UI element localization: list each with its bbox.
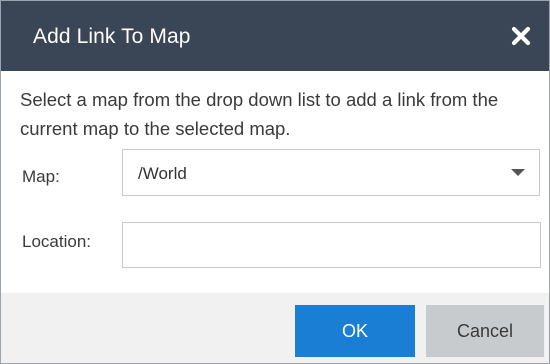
dialog-footer: OK Cancel	[1, 293, 549, 363]
dialog-titlebar: Add Link To Map	[1, 1, 549, 71]
dialog-title: Add Link To Map	[33, 25, 191, 48]
ok-button[interactable]: OK	[295, 305, 415, 357]
cancel-button[interactable]: Cancel	[426, 305, 544, 357]
map-select-value: /World	[138, 164, 187, 183]
dialog-body: Select a map from the drop down list to …	[1, 71, 549, 293]
location-input[interactable]	[122, 222, 541, 268]
chevron-down-icon	[511, 169, 525, 176]
map-select[interactable]: /World	[122, 149, 540, 196]
dialog-description: Select a map from the drop down list to …	[20, 89, 499, 139]
map-label: Map:	[22, 167, 60, 186]
location-label: Location:	[22, 232, 91, 251]
add-link-to-map-dialog: Add Link To Map Select a map from the dr…	[0, 0, 550, 364]
close-button[interactable]	[507, 22, 535, 50]
close-icon	[511, 26, 531, 46]
